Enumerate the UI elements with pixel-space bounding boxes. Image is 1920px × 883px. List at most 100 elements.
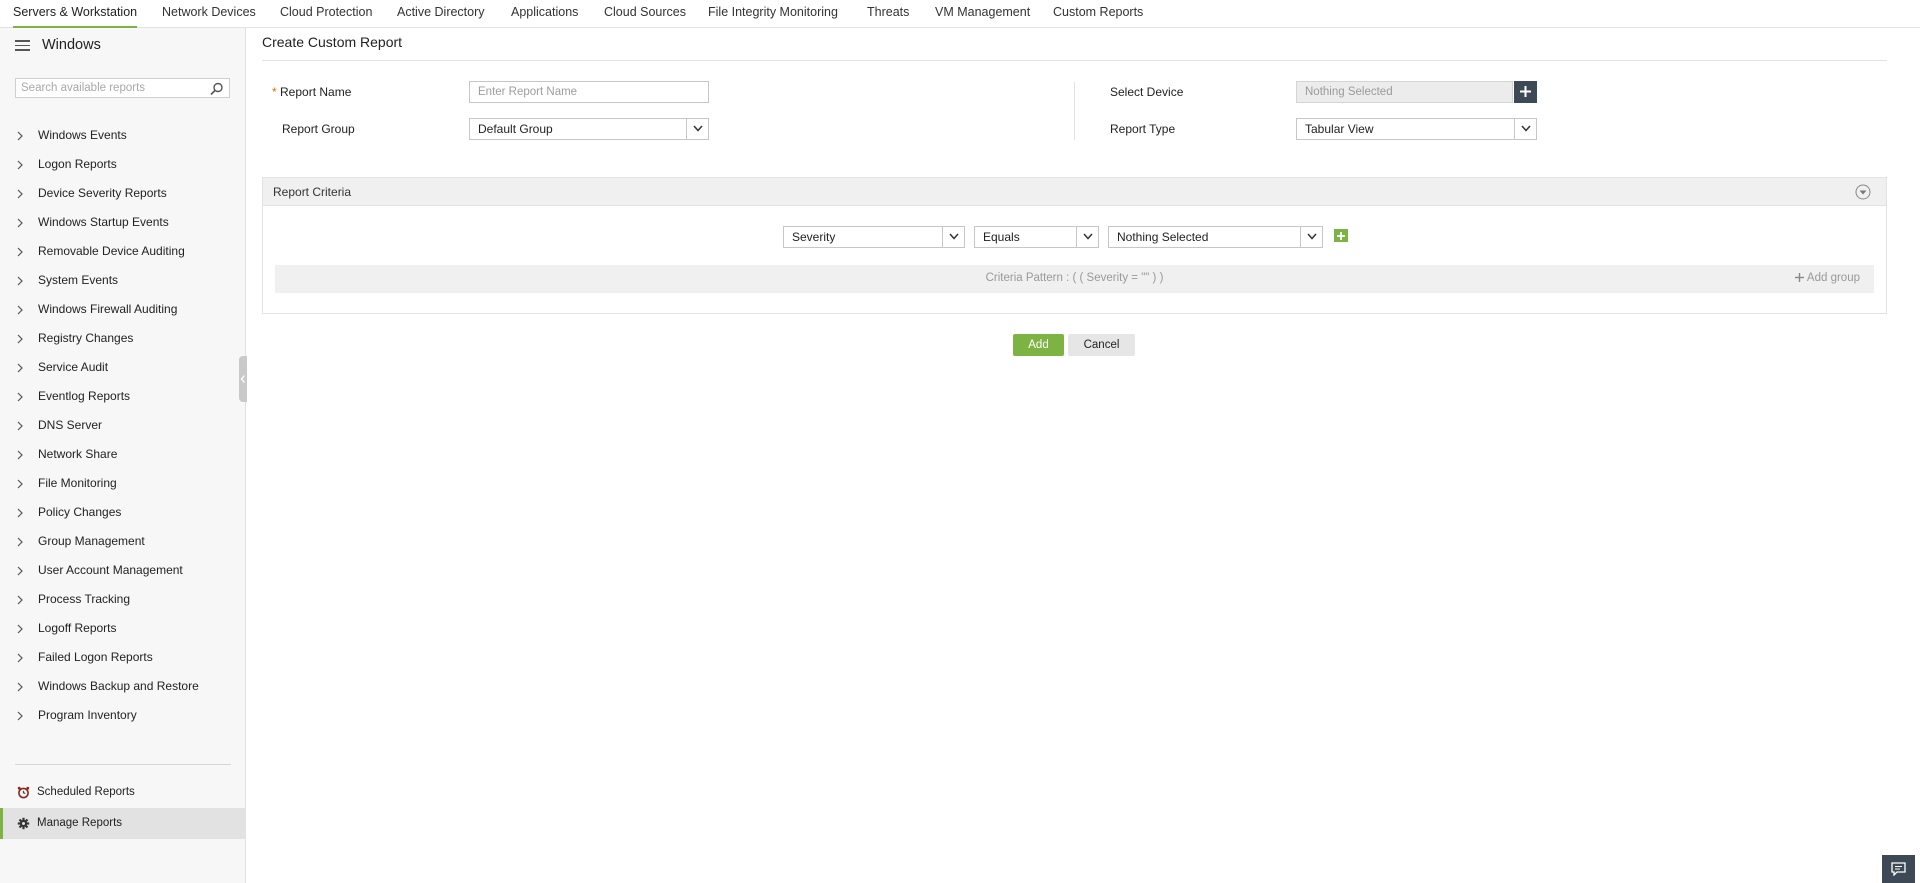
sidebar-item-network-share[interactable]: Network Share xyxy=(0,440,246,469)
manage-reports-link[interactable]: Manage Reports xyxy=(0,808,246,839)
criteria-operator-value: Equals xyxy=(983,230,1020,244)
criteria-pattern-text: Criteria Pattern : ( ( Severity = "" ) ) xyxy=(985,272,1164,284)
tab-servers-workstation[interactable]: Servers & Workstation xyxy=(13,0,138,28)
chat-button[interactable] xyxy=(1882,855,1915,883)
sidebar-collapse-handle[interactable] xyxy=(239,356,247,402)
criteria-field-select[interactable]: Severity xyxy=(783,226,965,248)
add-button[interactable]: Add xyxy=(1013,334,1064,356)
chevron-right-icon xyxy=(17,276,23,286)
tab-cloud-sources[interactable]: Cloud Sources xyxy=(604,0,686,28)
chevron-right-icon xyxy=(17,595,23,605)
tab-vm-management[interactable]: VM Management xyxy=(935,0,1030,28)
chevron-right-icon xyxy=(17,537,23,547)
chevron-right-icon xyxy=(17,566,23,576)
sidebar-item-registry-changes[interactable]: Registry Changes xyxy=(0,324,246,353)
chevron-right-icon xyxy=(17,334,23,344)
add-criteria-button[interactable] xyxy=(1334,229,1348,242)
report-type-dropdown-toggle[interactable] xyxy=(1514,119,1536,139)
criteria-operator-dropdown-toggle[interactable] xyxy=(1076,227,1098,247)
sidebar-item-label: Group Management xyxy=(38,534,145,548)
plus-icon xyxy=(1795,273,1805,282)
chevron-right-icon xyxy=(17,131,23,141)
form-column-divider xyxy=(1074,82,1075,140)
tab-applications[interactable]: Applications xyxy=(511,0,578,28)
tab-threats[interactable]: Threats xyxy=(867,0,909,28)
sidebar-item-logon-reports[interactable]: Logon Reports xyxy=(0,150,246,179)
sidebar-item-windows-firewall-auditing[interactable]: Windows Firewall Auditing xyxy=(0,295,246,324)
chat-icon xyxy=(1891,862,1906,876)
sidebar-header: Windows xyxy=(0,28,246,62)
tab-active-directory[interactable]: Active Directory xyxy=(397,0,485,28)
criteria-value-value: Nothing Selected xyxy=(1117,230,1209,244)
sidebar-item-windows-backup-and-restore[interactable]: Windows Backup and Restore xyxy=(0,672,246,701)
sidebar-item-removable-device-auditing[interactable]: Removable Device Auditing xyxy=(0,237,246,266)
gear-icon xyxy=(17,817,30,830)
select-device-field[interactable]: Nothing Selected xyxy=(1296,81,1513,103)
sidebar-item-label: Registry Changes xyxy=(38,331,134,345)
sidebar-item-label: Service Audit xyxy=(38,360,109,374)
criteria-operator-select[interactable]: Equals xyxy=(974,226,1099,248)
chevron-right-icon xyxy=(17,508,23,518)
sidebar-item-process-tracking[interactable]: Process Tracking xyxy=(0,585,246,614)
title-divider xyxy=(262,60,1887,61)
add-group-label: Add group xyxy=(1806,272,1860,284)
sidebar-item-label: System Events xyxy=(38,273,119,287)
sidebar-item-logoff-reports[interactable]: Logoff Reports xyxy=(0,614,246,643)
report-name-field xyxy=(469,81,709,103)
chevron-right-icon xyxy=(17,624,23,634)
sidebar-item-file-monitoring[interactable]: File Monitoring xyxy=(0,469,246,498)
report-name-label: * Report Name xyxy=(272,85,352,99)
hamburger-menu-icon[interactable] xyxy=(15,40,30,51)
main-content: Create Custom Report * Report Name Repor… xyxy=(247,28,1920,883)
sidebar-divider xyxy=(15,764,231,765)
sidebar-item-label: Logoff Reports xyxy=(38,621,117,635)
plus-icon xyxy=(1337,231,1345,240)
page-title: Create Custom Report xyxy=(262,34,403,50)
chevron-down-icon xyxy=(1307,233,1317,240)
sidebar-item-application-whitelisting[interactable]: Application Whitelisting xyxy=(0,730,246,736)
criteria-field-dropdown-toggle[interactable] xyxy=(942,227,964,247)
sidebar-item-device-severity-reports[interactable]: Device Severity Reports xyxy=(0,179,246,208)
report-criteria-header[interactable]: Report Criteria xyxy=(263,178,1886,206)
criteria-value-select[interactable]: Nothing Selected xyxy=(1108,226,1323,248)
chevron-down-icon xyxy=(1521,125,1531,132)
chevron-right-icon xyxy=(17,682,23,692)
sidebar-item-user-account-management[interactable]: User Account Management xyxy=(0,556,246,585)
collapse-toggle-icon[interactable] xyxy=(1855,184,1871,200)
sidebar-item-failed-logon-reports[interactable]: Failed Logon Reports xyxy=(0,643,246,672)
report-name-input[interactable] xyxy=(470,82,708,102)
criteria-value-dropdown-toggle[interactable] xyxy=(1300,227,1322,247)
report-criteria-title: Report Criteria xyxy=(273,185,352,199)
sidebar-item-group-management[interactable]: Group Management xyxy=(0,527,246,556)
report-search-input[interactable] xyxy=(16,79,201,97)
sidebar-item-label: Policy Changes xyxy=(38,505,122,519)
cancel-button[interactable]: Cancel xyxy=(1068,334,1135,356)
sidebar-item-program-inventory[interactable]: Program Inventory xyxy=(0,701,246,730)
report-type-value: Tabular View xyxy=(1305,122,1374,136)
tab-network-devices[interactable]: Network Devices xyxy=(162,0,256,28)
chevron-down-icon xyxy=(1083,233,1093,240)
sidebar-item-dns-server[interactable]: DNS Server xyxy=(0,411,246,440)
tab-custom-reports[interactable]: Custom Reports xyxy=(1053,0,1143,28)
tab-file-integrity-monitoring[interactable]: File Integrity Monitoring xyxy=(708,0,838,28)
sidebar-title: Windows xyxy=(42,37,101,53)
add-device-button[interactable] xyxy=(1514,81,1537,103)
add-group-link[interactable]: Add group xyxy=(1795,272,1860,284)
report-group-select[interactable]: Default Group xyxy=(469,118,709,140)
sidebar-item-eventlog-reports[interactable]: Eventlog Reports xyxy=(0,382,246,411)
scheduled-reports-link[interactable]: Scheduled Reports xyxy=(0,777,246,808)
report-group-dropdown-toggle[interactable] xyxy=(686,119,708,139)
sidebar-item-windows-startup-events[interactable]: Windows Startup Events xyxy=(0,208,246,237)
chevron-right-icon xyxy=(17,160,23,170)
report-type-select[interactable]: Tabular View xyxy=(1296,118,1537,140)
search-icon[interactable] xyxy=(210,82,224,96)
tab-cloud-protection[interactable]: Cloud Protection xyxy=(280,0,372,28)
sidebar-item-label: Windows Backup and Restore xyxy=(38,679,199,693)
sidebar-item-windows-events[interactable]: Windows Events xyxy=(0,121,246,150)
sidebar-item-policy-changes[interactable]: Policy Changes xyxy=(0,498,246,527)
sidebar-item-service-audit[interactable]: Service Audit xyxy=(0,353,246,382)
sidebar-item-system-events[interactable]: System Events xyxy=(0,266,246,295)
sidebar-item-label: Network Share xyxy=(38,447,118,461)
sidebar-item-label: Device Severity Reports xyxy=(38,186,167,200)
sidebar-item-label: Windows Firewall Auditing xyxy=(38,302,178,316)
